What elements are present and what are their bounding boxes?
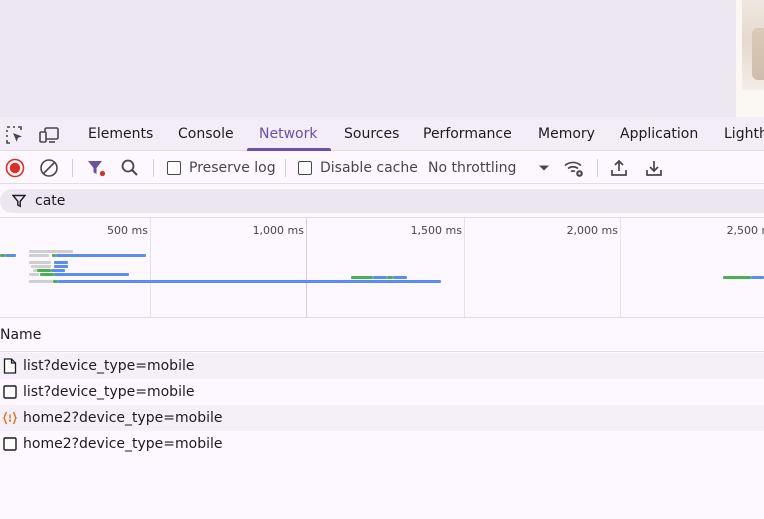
devtools-panel: Elements Console Network Sources Perform… xyxy=(0,117,764,519)
tab-lighthouse[interactable]: Lighth xyxy=(724,117,764,151)
filter-input[interactable] xyxy=(35,193,335,209)
preserve-log-label: Preserve log xyxy=(189,159,276,176)
checkbox-icon xyxy=(1,435,19,453)
tab-network[interactable]: Network xyxy=(259,117,317,151)
request-bar xyxy=(723,276,751,279)
request-bar xyxy=(54,261,68,264)
request-bar xyxy=(29,261,51,264)
request-bar xyxy=(56,254,146,257)
column-header-name[interactable]: Name xyxy=(0,327,41,343)
request-bar xyxy=(31,265,51,268)
tick-label: 2,500 ms xyxy=(726,224,764,237)
tab-sources[interactable]: Sources xyxy=(344,117,399,151)
request-bar xyxy=(29,273,39,276)
request-bar xyxy=(37,269,51,272)
grid-line xyxy=(306,218,307,318)
grid-line xyxy=(150,218,151,318)
export-har-icon[interactable] xyxy=(643,157,665,179)
funnel-icon xyxy=(12,193,28,209)
table-row[interactable]: home2?device_type=mobile xyxy=(0,405,764,431)
checkbox-icon xyxy=(1,383,19,401)
import-har-icon[interactable] xyxy=(608,157,630,179)
preserve-log-checkbox[interactable] xyxy=(167,160,181,175)
request-bar xyxy=(373,276,387,279)
table-row[interactable]: list?device_type=mobile xyxy=(0,379,764,405)
request-bar xyxy=(54,273,129,276)
grid-line xyxy=(620,218,621,318)
request-bar xyxy=(29,254,49,257)
request-bar xyxy=(751,276,764,279)
devtools-tabbar: Elements Console Network Sources Perform… xyxy=(0,117,764,151)
network-overview-timeline[interactable]: 500 ms 1,000 ms 1,500 ms 2,000 ms 2,500 … xyxy=(0,217,764,318)
disable-cache-checkbox[interactable] xyxy=(298,160,312,175)
tab-application[interactable]: Application xyxy=(620,117,698,151)
device-toggle-icon[interactable] xyxy=(38,124,60,146)
page-photo xyxy=(736,0,764,117)
request-bar xyxy=(40,273,54,276)
table-row[interactable]: list?device_type=mobile xyxy=(0,353,764,379)
network-toolbar: Preserve log Disable cache No throttling xyxy=(0,151,764,184)
tick-label: 1,500 ms xyxy=(410,224,462,237)
request-name: home2?device_type=mobile xyxy=(23,410,223,426)
tab-memory[interactable]: Memory xyxy=(538,117,595,151)
request-name: list?device_type=mobile xyxy=(23,358,195,374)
request-bar xyxy=(29,250,73,253)
request-name: list?device_type=mobile xyxy=(23,384,195,400)
document-icon xyxy=(1,357,19,375)
network-conditions-icon[interactable] xyxy=(563,157,585,179)
requests-table-header: Name xyxy=(0,318,764,352)
table-row[interactable]: home2?device_type=mobile xyxy=(0,431,764,457)
tab-performance[interactable]: Performance xyxy=(423,117,512,151)
request-bar xyxy=(393,276,407,279)
request-bar xyxy=(351,276,373,279)
clear-icon[interactable] xyxy=(38,157,60,179)
record-stop-icon[interactable] xyxy=(4,157,26,179)
request-bar xyxy=(5,254,16,257)
request-bar xyxy=(54,265,68,268)
fetch-xhr-icon xyxy=(1,409,19,427)
disable-cache-label: Disable cache xyxy=(320,159,418,176)
filter-box xyxy=(0,189,764,213)
request-bar xyxy=(51,269,65,272)
request-name: home2?device_type=mobile xyxy=(23,436,223,452)
search-icon[interactable] xyxy=(119,157,141,179)
tab-console[interactable]: Console xyxy=(178,117,234,151)
tick-label: 500 ms xyxy=(107,224,148,237)
filter-row xyxy=(0,184,764,216)
grid-line xyxy=(464,218,465,318)
requests-list: list?device_type=mobile list?device_type… xyxy=(0,353,764,457)
chevron-down-icon xyxy=(538,164,550,172)
throttling-value: No throttling xyxy=(428,159,517,176)
throttling-select[interactable]: No throttling xyxy=(428,151,550,184)
inspected-page xyxy=(0,0,764,117)
filter-icon[interactable] xyxy=(85,157,107,179)
tick-label: 2,000 ms xyxy=(566,224,618,237)
tick-label: 1,000 ms xyxy=(252,224,304,237)
request-bar xyxy=(29,280,53,283)
request-bar xyxy=(58,280,441,283)
tab-elements[interactable]: Elements xyxy=(88,117,153,151)
element-picker-icon[interactable] xyxy=(4,124,26,146)
